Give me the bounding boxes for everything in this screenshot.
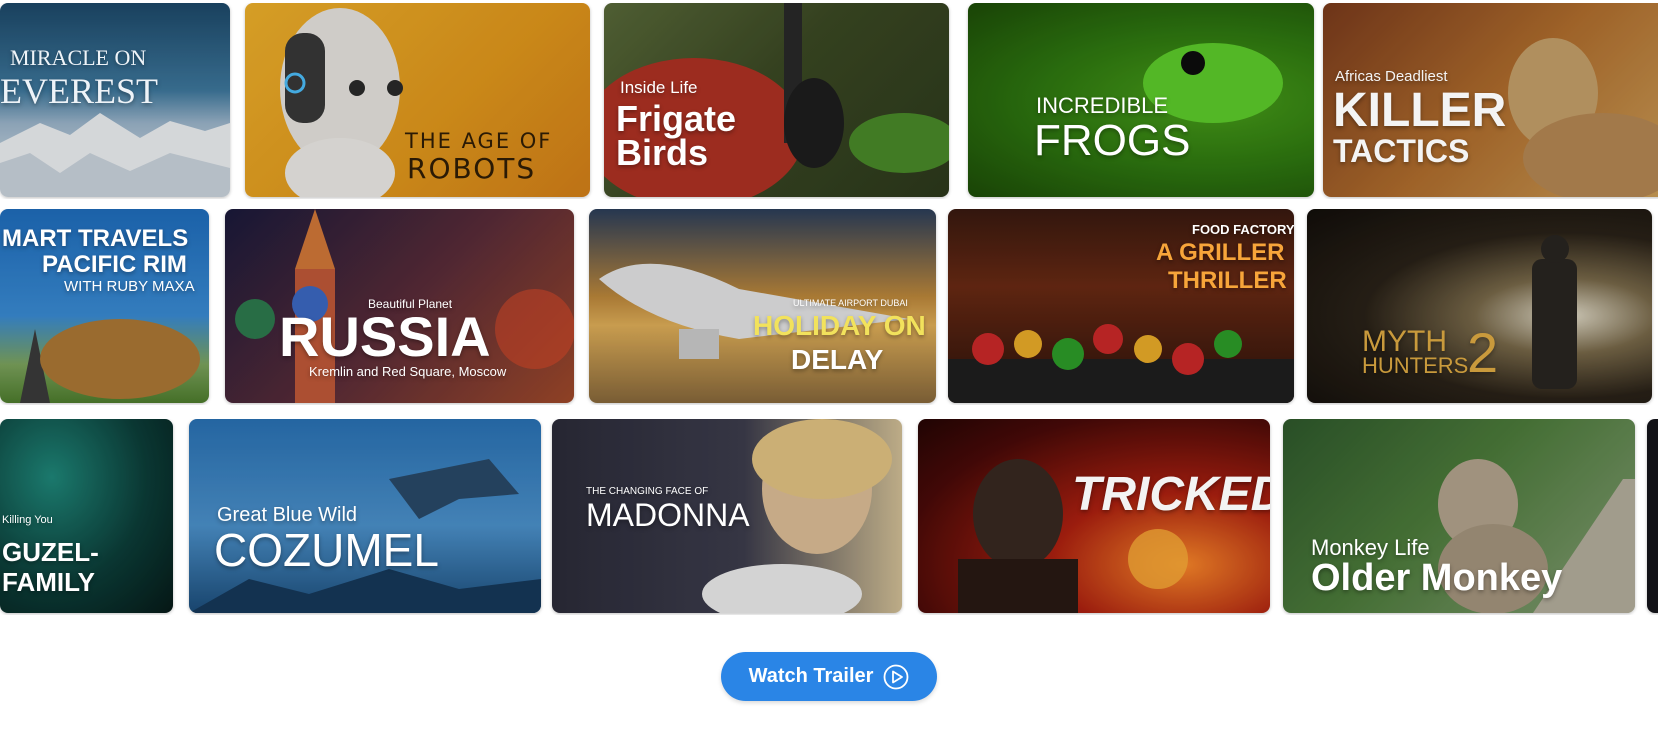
poster-title-2: FAMILY [2, 567, 95, 597]
poster-row-2: MART TRAVELS PACIFIC RIM WITH RUBY MAXA … [0, 209, 1658, 405]
poster-title-2: DELAY [791, 344, 884, 375]
poster-title: Older Monkey [1311, 557, 1563, 599]
poster-kicker: THE AGE OF [405, 129, 553, 153]
play-circle-icon [883, 664, 909, 690]
poster-smart-travels[interactable]: MART TRAVELS PACIFIC RIM WITH RUBY MAXA [0, 209, 209, 403]
poster-title: ROBOTS [407, 152, 537, 185]
poster-title: KILLER [1333, 84, 1507, 137]
poster-madonna[interactable]: THE CHANGING FACE OF MADONNA [552, 419, 902, 613]
poster-title: FROGS [1034, 116, 1191, 165]
poster-cozumel[interactable]: Great Blue Wild COZUMEL [189, 419, 541, 613]
poster-title: COZUMEL [214, 524, 439, 576]
poster-kicker: FOOD FACTORY [1192, 222, 1294, 237]
poster-guzel-family[interactable]: Killing You GUZEL- FAMILY [0, 419, 173, 613]
poster-miracle-on-everest[interactable]: MIRACLE ON EVEREST [0, 3, 230, 197]
poster-title-2: PACIFIC RIM [42, 251, 187, 278]
poster-title: HOLIDAY ON [753, 310, 926, 341]
poster-title: GUZEL- [2, 537, 99, 567]
poster-number: 2 [1467, 321, 1499, 384]
poster-subtitle: Kremlin and Red Square, Moscow [309, 364, 507, 379]
poster-kicker: Africas Deadliest [1335, 68, 1448, 85]
poster-killer-tactics[interactable]: Africas Deadliest KILLER TACTICS [1323, 3, 1658, 197]
poster-myth-hunters-2[interactable]: MYTH HUNTERS 2 [1307, 209, 1652, 403]
poster-frigate-birds[interactable]: Inside Life Frigate Birds [604, 3, 949, 197]
poster-kicker: Killing You [2, 514, 53, 526]
poster-title-2: Birds [616, 132, 709, 173]
watch-trailer-button[interactable]: Watch Trailer [721, 652, 937, 701]
poster-russia[interactable]: Beautiful Planet RUSSIA Kremlin and Red … [225, 209, 574, 403]
poster-older-monkey[interactable]: Monkey Life Older Monkey [1283, 419, 1635, 613]
poster-title: RUSSIA [279, 305, 491, 368]
poster-row-1: MIRACLE ON EVEREST THE AGE OF ROBOTS Ins… [0, 3, 1658, 199]
poster-title: TRICKED [1072, 468, 1270, 521]
poster-subtitle: WITH RUBY MAXA [64, 278, 195, 295]
poster-row-3: Killing You GUZEL- FAMILY Great Blue Wil… [0, 419, 1658, 615]
poster-kicker: ULTIMATE AIRPORT DUBAI [793, 298, 908, 308]
poster-holiday-on-delay[interactable]: ULTIMATE AIRPORT DUBAI HOLIDAY ON DELAY [589, 209, 936, 403]
poster-age-of-robots[interactable]: THE AGE OF ROBOTS [245, 3, 590, 197]
poster-title: MADONNA [586, 497, 750, 533]
poster-partial-edge[interactable] [1647, 419, 1658, 613]
poster-kicker: Monkey Life [1311, 535, 1430, 560]
poster-title: A GRILLER [1156, 239, 1285, 266]
poster-kicker: Inside Life [620, 78, 698, 97]
poster-tricked[interactable]: TRICKED [918, 419, 1270, 613]
poster-title-2: THRILLER [1168, 267, 1287, 294]
poster-food-factory-griller-thriller[interactable]: FOOD FACTORY A GRILLER THRILLER [948, 209, 1294, 403]
poster-kicker: MIRACLE ON [10, 45, 147, 70]
watch-trailer-label: Watch Trailer [748, 665, 874, 687]
poster-title: MART TRAVELS [2, 225, 189, 252]
poster-kicker: Great Blue Wild [217, 504, 358, 526]
poster-title-2: HUNTERS [1362, 353, 1469, 378]
poster-title: EVEREST [0, 71, 158, 111]
poster-incredible-frogs[interactable]: INCREDIBLE FROGS [968, 3, 1314, 197]
poster-kicker: THE CHANGING FACE OF [586, 486, 709, 497]
poster-kicker: INCREDIBLE [1036, 93, 1169, 118]
poster-title-2: TACTICS [1333, 133, 1470, 169]
